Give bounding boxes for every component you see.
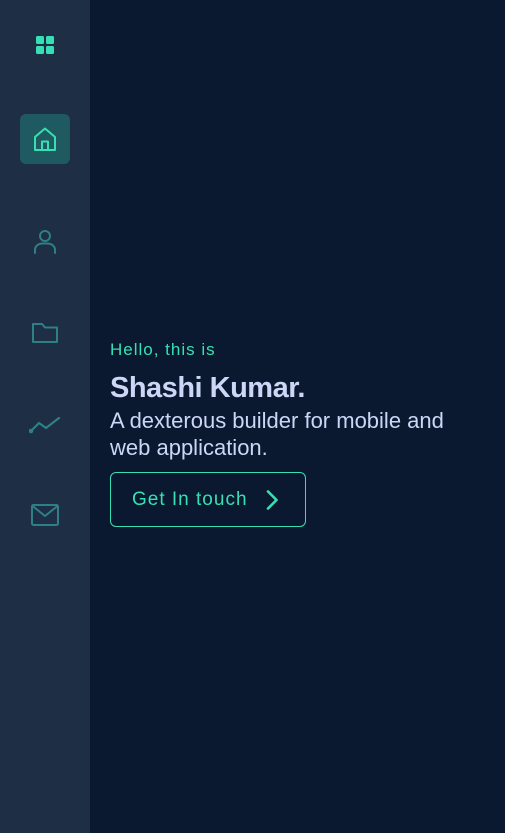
folder-icon [32,323,58,343]
nav-item-activity[interactable] [20,399,70,449]
greeting-text: Hello, this is [110,340,216,359]
hero-tagline: A dexterous builder for mobile and web a… [110,408,444,460]
hero-name: Shashi Kumar. [110,372,305,404]
sidebar [0,0,90,833]
get-in-touch-button[interactable]: Get In touch [110,472,306,527]
trend-icon [29,416,61,434]
logo-button[interactable] [33,33,57,57]
nav-item-contact[interactable] [20,490,70,540]
chevron-right-icon [266,490,278,510]
app-root: Hello, this is Shashi Kumar. A dexterous… [0,0,505,833]
home-icon [34,127,56,151]
nav-item-projects[interactable] [20,307,70,357]
user-icon [34,230,56,254]
nav-item-about[interactable] [20,216,70,266]
grid-icon [36,36,54,54]
nav-item-home[interactable] [20,114,70,164]
main-content: Hello, this is Shashi Kumar. A dexterous… [90,0,505,833]
mail-icon [31,504,59,526]
get-in-touch-label: Get In touch [132,488,248,510]
